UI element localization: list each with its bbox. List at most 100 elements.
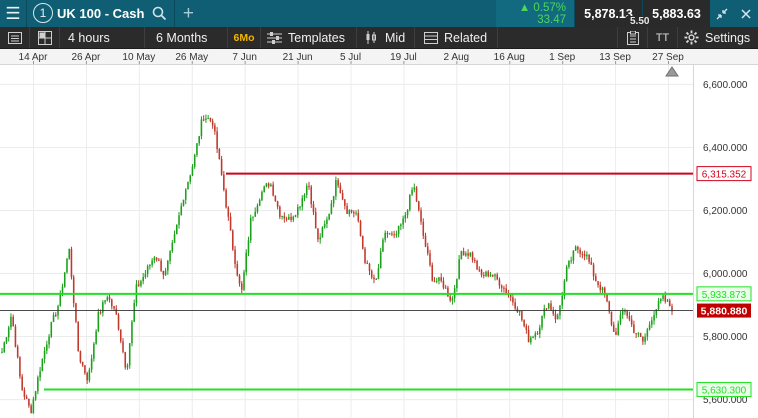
candle-body: [635, 333, 637, 335]
candle-body: [487, 271, 490, 277]
related-button[interactable]: Related: [415, 27, 498, 48]
candle-body: [433, 280, 436, 282]
sliders-icon: [267, 31, 282, 44]
chart-list-icon[interactable]: [0, 27, 30, 48]
range-selector[interactable]: 6 Months: [145, 27, 228, 48]
candle-body: [263, 186, 265, 192]
candle-body: [628, 316, 631, 320]
layout-grid-icon[interactable]: [30, 27, 60, 48]
candle-body: [568, 261, 570, 267]
candle-body: [642, 336, 644, 342]
candle-body: [364, 248, 366, 263]
candle-body: [7, 327, 10, 338]
candle-body: [238, 275, 241, 284]
current-price-label: 5,880.880: [701, 306, 748, 318]
settings-label: Settings: [705, 30, 751, 45]
hamburger-menu-icon[interactable]: ☰: [0, 0, 27, 27]
interval-selector[interactable]: 4 hours: [60, 27, 145, 48]
candle-body: [270, 184, 272, 187]
candle-body: [75, 303, 77, 322]
candle-body: [184, 189, 187, 200]
candle-body: [81, 362, 84, 366]
candle-body: [243, 272, 245, 290]
candle-body: [153, 257, 156, 261]
window-number-badge[interactable]: 1: [33, 3, 53, 23]
add-symbol-button[interactable]: +: [175, 0, 201, 27]
candle-body: [588, 254, 590, 262]
candle-body: [202, 119, 205, 121]
candle-body: [173, 234, 176, 243]
text-size-icon[interactable]: TT: [648, 27, 678, 48]
candle-body: [321, 227, 324, 238]
candle-body: [379, 251, 382, 269]
x-tick-label: 27 Sep: [652, 52, 684, 63]
change-percent: ▲ 0.57%: [518, 1, 566, 14]
candle-body: [579, 249, 581, 254]
price-chart-svg[interactable]: 14 Apr 26 Apr 10 May 26 May 7 Jun 21 Jun 5 Jul…: [0, 49, 758, 418]
candle-body: [50, 321, 53, 337]
range-badge[interactable]: 6Mo: [228, 27, 261, 48]
close-icon[interactable]: [734, 0, 758, 27]
x-tick-label: 16 Aug: [494, 52, 525, 63]
gear-icon: [684, 30, 699, 45]
candle-body: [19, 357, 21, 377]
candle-body: [346, 205, 348, 215]
candle-body: [597, 281, 599, 286]
candle-body: [451, 298, 454, 301]
candles-icon: [365, 31, 379, 44]
sell-price-button[interactable]: 5,878.13 5.50: [574, 0, 653, 27]
candle-body: [382, 239, 384, 252]
clipboard-icon[interactable]: [618, 27, 648, 48]
candle-body: [505, 288, 507, 294]
candle-body: [144, 273, 147, 277]
candle-body: [128, 343, 131, 366]
candle-body: [612, 324, 615, 332]
buy-price: 5,883.63: [652, 6, 701, 21]
candle-body: [88, 369, 91, 381]
candle-body: [471, 252, 474, 260]
candle-body: [353, 212, 355, 214]
candle-body: [314, 211, 317, 229]
candle-body: [297, 207, 299, 216]
spread-badge: 5.50: [627, 16, 653, 27]
candle-body: [205, 118, 207, 120]
y-tick-label: 6,000.000: [703, 269, 748, 280]
candle-body: [133, 302, 135, 322]
candle-body: [265, 183, 268, 187]
price-mode-selector[interactable]: Mid: [357, 27, 415, 48]
candle-body: [660, 298, 662, 302]
candle-body: [25, 396, 28, 399]
candle-body: [460, 251, 463, 260]
candle-body: [359, 221, 362, 237]
candle-body: [227, 207, 230, 217]
candle-body: [599, 285, 602, 291]
search-icon[interactable]: [148, 0, 170, 27]
candle-body: [657, 301, 660, 310]
templates-button[interactable]: Templates: [261, 27, 357, 48]
candle-body: [111, 299, 113, 307]
top-bar: ☰ 1 UK 100 - Cash + ▲ 0.57% 33.47 5,878.…: [0, 0, 758, 27]
candle-body: [664, 295, 667, 302]
candle-body: [178, 215, 180, 225]
candle-body: [639, 333, 642, 337]
candle-body: [187, 181, 189, 190]
candle-body: [626, 310, 628, 317]
candle-body: [418, 201, 420, 211]
candle-body: [655, 309, 658, 315]
candle-body: [189, 175, 192, 182]
collapse-icon[interactable]: [710, 0, 734, 27]
candle-body: [370, 270, 373, 278]
settings-button[interactable]: Settings: [678, 27, 758, 48]
candle-body: [198, 136, 200, 144]
candle-body: [341, 193, 344, 200]
candle-body: [494, 274, 496, 277]
candle-body: [182, 199, 185, 206]
instrument-title[interactable]: UK 100 - Cash: [57, 0, 148, 27]
candle-body: [348, 210, 351, 215]
candle-body: [54, 314, 57, 316]
scroll-marker-icon[interactable]: [665, 66, 679, 77]
candle-body: [319, 237, 321, 240]
candle-body: [48, 336, 50, 345]
price-chart[interactable]: 14 Apr 26 Apr 10 May 26 May 7 Jun 21 Jun 5 Jul…: [0, 49, 758, 418]
